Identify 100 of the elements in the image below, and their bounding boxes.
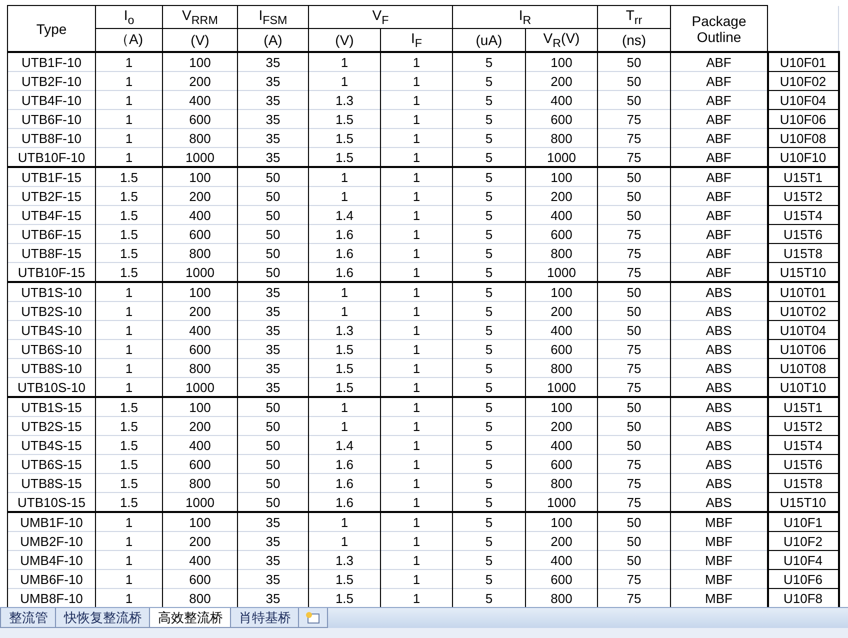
table-cell: 1 <box>96 148 162 167</box>
table-cell: 1 <box>308 416 380 436</box>
table-cell: 1 <box>380 244 452 262</box>
sheet-tab[interactable]: 肖特基桥 <box>230 608 300 628</box>
table-cell: 50 <box>598 302 670 320</box>
table-cell: 50 <box>598 532 670 550</box>
table-cell: U10F06 <box>768 110 838 128</box>
table-cell: 75 <box>598 244 670 262</box>
table-cell: 400 <box>526 320 598 340</box>
table-cell: 1.3 <box>308 320 380 340</box>
table-cell: 50 <box>598 416 670 436</box>
table-cell: 1.4 <box>308 206 380 224</box>
table-cell: 5 <box>452 532 526 550</box>
table-cell: 50 <box>598 186 670 206</box>
table-cell: 1.5 <box>308 378 380 397</box>
table-cell: U10F02 <box>768 72 838 90</box>
table-cell: 35 <box>238 302 308 320</box>
table-cell: UTB10F-15 <box>8 262 96 282</box>
table-cell: 75 <box>598 340 670 358</box>
table-cell: 1 <box>96 550 162 570</box>
table-cell: UTB8F-10 <box>8 128 96 148</box>
table-cell: 1 <box>380 148 452 167</box>
table-cell: UTB10F-10 <box>8 148 96 167</box>
table-cell: 1.6 <box>308 244 380 262</box>
table-cell: 50 <box>238 436 308 454</box>
table-cell: U15T2 <box>768 416 838 436</box>
table-cell: 600 <box>162 454 238 474</box>
table-cell: 75 <box>598 474 670 492</box>
table-cell: 400 <box>526 206 598 224</box>
table-cell: 1.5 <box>308 148 380 167</box>
table-cell: 1.5 <box>308 128 380 148</box>
table-cell: 75 <box>598 492 670 512</box>
table-cell: 75 <box>598 110 670 128</box>
new-sheet-icon[interactable] <box>298 608 328 628</box>
table-cell: 600 <box>526 224 598 244</box>
column-header: I$_{o}$ <box>96 6 162 28</box>
table-cell: 35 <box>238 72 308 90</box>
table-cell: 1.3 <box>308 90 380 110</box>
table-cell: 5 <box>452 378 526 397</box>
table-cell: 1 <box>96 340 162 358</box>
table-cell: UTB4F-10 <box>8 90 96 110</box>
table-cell: U15T1 <box>768 397 838 416</box>
table-cell: 75 <box>598 454 670 474</box>
table-cell: 1.6 <box>308 454 380 474</box>
column-header: I$_{FSM}$ <box>238 6 308 28</box>
table-cell: U15T4 <box>768 206 838 224</box>
table-cell: UTB10S-10 <box>8 378 96 397</box>
table-cell: 1 <box>96 358 162 378</box>
table-cell: 35 <box>238 90 308 110</box>
table-cell: UTB6S-10 <box>8 340 96 358</box>
table-cell: UTB4S-10 <box>8 320 96 340</box>
sheet-tab[interactable]: 高效整流桥 <box>149 608 232 628</box>
table-cell: 50 <box>598 320 670 340</box>
table-cell: 600 <box>162 570 238 588</box>
table-cell: 5 <box>452 436 526 454</box>
table-cell: 50 <box>238 206 308 224</box>
table-cell: 600 <box>526 110 598 128</box>
table-cell: 400 <box>162 206 238 224</box>
table-cell: 1000 <box>526 262 598 282</box>
table-cell: 75 <box>598 148 670 167</box>
table-cell: UTB4S-15 <box>8 436 96 454</box>
table-cell: 50 <box>598 206 670 224</box>
table-cell: 400 <box>526 90 598 110</box>
table-cell: 1 <box>96 532 162 550</box>
table-cell: 5 <box>452 570 526 588</box>
table-cell: 1 <box>380 358 452 378</box>
table-cell: UTB1F-15 <box>8 167 96 186</box>
sheet-tab[interactable]: 快恢复整流桥 <box>55 608 151 628</box>
table-cell: UTB1S-10 <box>8 282 96 302</box>
table-cell: UTB10S-15 <box>8 492 96 512</box>
table-cell: 1.6 <box>308 224 380 244</box>
table-cell: 800 <box>526 128 598 148</box>
column-header: Package Outline <box>670 6 768 52</box>
table-cell: 50 <box>238 492 308 512</box>
table-cell: 400 <box>162 550 238 570</box>
table-cell: 800 <box>526 244 598 262</box>
table-cell: 5 <box>452 148 526 167</box>
table-cell: 75 <box>598 262 670 282</box>
table-cell: 5 <box>452 72 526 90</box>
table-cell: 1 <box>96 128 162 148</box>
table-cell: 1 <box>380 262 452 282</box>
table-cell: 1000 <box>526 148 598 167</box>
table-cell: 35 <box>238 320 308 340</box>
table-cell: U10T04 <box>768 320 838 340</box>
table-cell: 800 <box>526 358 598 378</box>
table-cell: 600 <box>526 570 598 588</box>
table-cell: U10F08 <box>768 128 838 148</box>
table-cell: 50 <box>598 436 670 454</box>
table-cell: 50 <box>598 90 670 110</box>
table-cell: 200 <box>526 186 598 206</box>
table-cell: 5 <box>452 110 526 128</box>
table-cell: 35 <box>238 148 308 167</box>
table-cell: 1 <box>308 532 380 550</box>
table-cell: 200 <box>162 302 238 320</box>
table-cell: UTB2F-10 <box>8 72 96 90</box>
table-cell: 1.5 <box>308 110 380 128</box>
sheet-tab[interactable]: 整流管 <box>0 608 57 628</box>
table-cell: 200 <box>526 416 598 436</box>
table-cell: 1 <box>380 340 452 358</box>
table-cell: U15T10 <box>768 262 838 282</box>
